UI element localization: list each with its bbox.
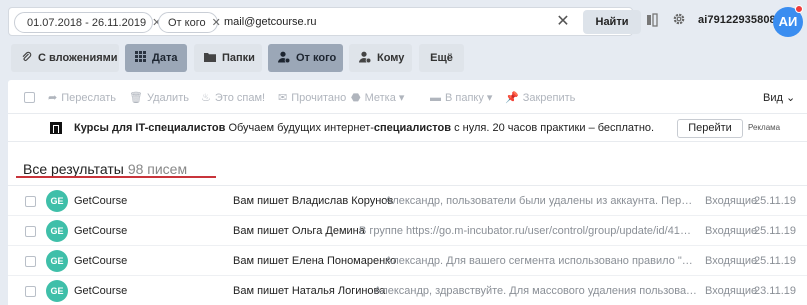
date: 23.11.19 bbox=[754, 285, 797, 297]
tag-icon: ⬣ bbox=[351, 92, 361, 104]
avatar: GE bbox=[46, 220, 68, 242]
filter-label: Дата bbox=[152, 52, 178, 64]
sender: GetCourse bbox=[74, 285, 128, 297]
message-toolbar: ➦ Переслать 🗑 Удалить ♨ Это спам! ✉ Прочитан… bbox=[8, 80, 807, 114]
move-to-folder-button[interactable]: ▬ В папку ▾ bbox=[430, 91, 492, 104]
pin-button[interactable]: 📌 Закрепить bbox=[505, 91, 575, 104]
date: 25.11.19 bbox=[754, 225, 797, 237]
folder: Входящие bbox=[705, 195, 758, 207]
row-checkbox[interactable] bbox=[25, 256, 36, 267]
filter-more-button[interactable]: Ещё bbox=[419, 44, 464, 72]
filter-to-button[interactable]: Кому bbox=[349, 44, 412, 72]
subject: Вам пишет Наталья Логинова bbox=[233, 285, 386, 297]
list-item[interactable]: GE GetCourse Вам пишет Наталья Логинова … bbox=[8, 276, 807, 305]
folder-icon bbox=[204, 52, 216, 65]
search-input[interactable]: mail@getcourse.ru bbox=[224, 16, 316, 28]
filter-label: С вложениями bbox=[38, 52, 118, 64]
snippet: Александр, пользователи были удалены из … bbox=[385, 195, 697, 207]
date: 25.11.19 bbox=[754, 195, 797, 207]
row-checkbox[interactable] bbox=[25, 286, 36, 297]
find-button[interactable]: Найти bbox=[583, 10, 641, 34]
date-range-chip-label: 01.07.2018 - 26.11.2019 bbox=[27, 16, 147, 29]
search-bar[interactable]: 01.07.2018 - 26.11.2019 ✕ От кого ✕ mail… bbox=[8, 7, 641, 36]
person-icon bbox=[278, 51, 291, 66]
paperclip-icon bbox=[21, 51, 32, 65]
from-chip-label: От кого bbox=[168, 16, 206, 29]
results-underline bbox=[16, 176, 216, 178]
ad-text[interactable]: Курсы для IT-специалистов Обучаем будущи… bbox=[74, 122, 654, 134]
subject: Вам пишет Ольга Демина bbox=[233, 225, 365, 237]
ad-go-button[interactable]: Перейти bbox=[677, 119, 743, 138]
filter-date-button[interactable]: Дата bbox=[125, 44, 187, 72]
list-item[interactable]: GE GetCourse Вам пишет Ольга Демина В гр… bbox=[8, 216, 807, 246]
close-icon[interactable]: ✕ bbox=[212, 16, 221, 29]
forward-arrow-icon: ➦ bbox=[48, 92, 58, 104]
date-range-chip[interactable]: 01.07.2018 - 26.11.2019 ✕ bbox=[14, 12, 161, 33]
snippet: Александр. Для вашего сегмента использов… bbox=[385, 255, 697, 267]
filter-label: Ещё bbox=[430, 52, 453, 64]
pin-icon: 📌 bbox=[505, 92, 519, 104]
avatar: GE bbox=[46, 190, 68, 212]
folder: Входящие bbox=[705, 285, 758, 297]
from-chip[interactable]: От кого ✕ bbox=[158, 12, 221, 33]
snippet: Александр, здравствуйте. Для массового у… bbox=[374, 285, 697, 297]
folder-icon: ▬ bbox=[430, 92, 441, 104]
date: 25.11.19 bbox=[754, 255, 797, 267]
filter-from-button[interactable]: От кого bbox=[268, 44, 343, 72]
avatar: GE bbox=[46, 280, 68, 302]
delete-button[interactable]: 🗑 Удалить bbox=[129, 91, 189, 104]
chevron-down-icon: ⌄ bbox=[785, 92, 796, 104]
envelope-open-icon: ✉ bbox=[278, 92, 288, 104]
flame-icon: ♨ bbox=[201, 92, 211, 104]
ad-logo bbox=[50, 122, 62, 134]
notification-dot bbox=[795, 5, 803, 13]
user-login[interactable]: ai79122935808 bbox=[698, 14, 776, 26]
trash-icon: 🗑 bbox=[129, 92, 143, 104]
view-dropdown[interactable]: Вид ⌄ bbox=[763, 91, 795, 104]
snippet: В группе https://go.m-incubator.ru/user/… bbox=[359, 225, 697, 237]
list-item[interactable]: GE GetCourse Вам пишет Владислав Корунов… bbox=[8, 186, 807, 216]
message-list-panel: ➦ Переслать 🗑 Удалить ♨ Это спам! ✉ Прочитан… bbox=[8, 80, 807, 305]
filter-attachments-button[interactable]: С вложениями bbox=[11, 44, 119, 72]
spam-button[interactable]: ♨ Это спам! bbox=[201, 91, 265, 104]
clear-search-icon[interactable]: ✕ bbox=[552, 11, 574, 33]
ad-banner[interactable]: Курсы для IT-специалистов Обучаем будущи… bbox=[8, 114, 807, 142]
theme-icon[interactable] bbox=[646, 13, 658, 30]
folder: Входящие bbox=[705, 225, 758, 237]
subject: Вам пишет Владислав Корунов bbox=[233, 195, 394, 207]
mark-read-button[interactable]: ✉ Прочитано bbox=[278, 91, 346, 104]
gear-icon[interactable] bbox=[672, 12, 686, 29]
sender: GetCourse bbox=[74, 225, 128, 237]
results-heading: Все результаты 98 писем bbox=[23, 161, 188, 177]
calendar-grid-icon bbox=[135, 51, 146, 65]
row-checkbox[interactable] bbox=[25, 196, 36, 207]
select-all-checkbox[interactable] bbox=[24, 92, 35, 103]
row-checkbox[interactable] bbox=[25, 226, 36, 237]
forward-button[interactable]: ➦ Переслать bbox=[48, 91, 116, 104]
results-count: 98 писем bbox=[127, 161, 188, 177]
label-button[interactable]: ⬣ Метка ▾ bbox=[351, 91, 404, 104]
subject: Вам пишет Елена Пономаренко bbox=[233, 255, 397, 267]
filter-label: Папки bbox=[222, 52, 255, 64]
ad-label: Реклама bbox=[748, 123, 781, 132]
filter-label: Кому bbox=[377, 52, 405, 64]
sender: GetCourse bbox=[74, 255, 128, 267]
sender: GetCourse bbox=[74, 195, 128, 207]
filter-folders-button[interactable]: Папки bbox=[194, 44, 262, 72]
filter-label: От кого bbox=[296, 52, 337, 64]
folder: Входящие bbox=[705, 255, 758, 267]
avatar: GE bbox=[46, 250, 68, 272]
list-item[interactable]: GE GetCourse Вам пишет Елена Пономаренко… bbox=[8, 246, 807, 276]
person-icon bbox=[359, 51, 372, 66]
